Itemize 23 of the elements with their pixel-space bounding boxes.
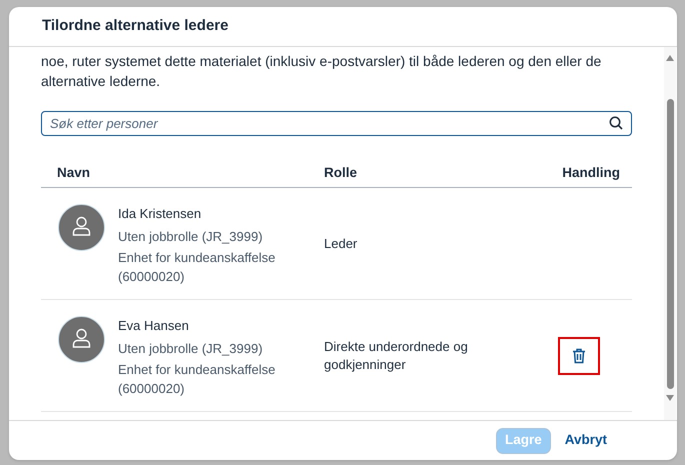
job-role: Uten jobbrolle (JR_3999) (118, 228, 264, 246)
job-role: Uten jobbrolle (JR_3999) (118, 340, 264, 358)
column-header: Handling (561, 164, 621, 182)
dialog-title: Tilordne alternative ledere (42, 16, 228, 36)
avatar-icon (58, 204, 105, 251)
org-unit: Enhet for kundeanskaffelse (60000020) (118, 361, 276, 398)
scroll-up-icon[interactable] (666, 55, 674, 61)
org-unit: Enhet for kundeanskaffelse (60000020) (118, 249, 276, 286)
person-name: Eva Hansen (118, 317, 190, 335)
delete-button[interactable] (558, 336, 600, 374)
search-icon[interactable] (609, 116, 623, 130)
cancel-button[interactable]: Avbryt (564, 428, 607, 454)
avatar-icon (58, 316, 105, 363)
column-header: Rolle (324, 164, 358, 182)
person-name: Ida Kristensen (118, 205, 202, 223)
role-text: Leder (324, 234, 358, 252)
description-text: noe, ruter systemet dette materialet (inklusiv e-postvarsler) til både lederen og den eller de alternative lederne. (41, 52, 602, 91)
trash-icon (572, 348, 586, 364)
role-text: Direkte underordnede og godkjenninger (324, 338, 469, 374)
scrollbar[interactable] (664, 47, 676, 420)
search-field[interactable]: Søk etter personer (41, 111, 632, 136)
scroll-down-icon[interactable] (666, 395, 674, 401)
column-header: Navn (56, 164, 92, 182)
